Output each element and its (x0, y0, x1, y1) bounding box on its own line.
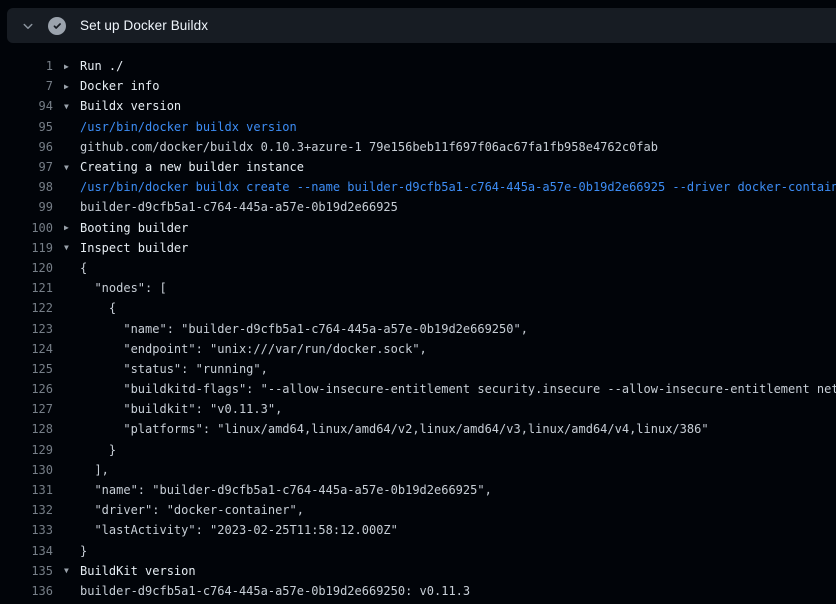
log-text: "driver": "docker-container", (80, 503, 304, 517)
line-number[interactable]: 132 (0, 503, 53, 517)
log-line: 121 "nodes": [ (0, 278, 836, 298)
log-text: builder-d9cfb5a1-c764-445a-a57e-0b19d2e6… (80, 200, 398, 214)
triangle-right-icon[interactable]: ▶ (64, 223, 80, 232)
log-text: } (80, 544, 87, 558)
line-number[interactable]: 129 (0, 443, 53, 457)
log-text: "name": "builder-d9cfb5a1-c764-445a-a57e… (80, 483, 492, 497)
log-line: 100 ▶Booting builder (0, 218, 836, 238)
log-group-title[interactable]: Inspect builder (80, 241, 188, 255)
log-line: 120 { (0, 258, 836, 278)
line-number[interactable]: 134 (0, 544, 53, 558)
log-line: 122 { (0, 298, 836, 318)
log-line: 131 "name": "builder-d9cfb5a1-c764-445a-… (0, 480, 836, 500)
line-number[interactable]: 126 (0, 382, 53, 396)
log-text: { (80, 261, 87, 275)
line-number[interactable]: 121 (0, 281, 53, 295)
step-header[interactable]: Set up Docker Buildx (7, 8, 836, 43)
line-number[interactable]: 98 (0, 180, 53, 194)
line-number[interactable]: 131 (0, 483, 53, 497)
log-text: "buildkit": "v0.11.3", (80, 402, 282, 416)
log-text: /usr/bin/docker buildx create --name bui… (80, 180, 836, 194)
line-number[interactable]: 100 (0, 221, 53, 235)
log-line: 95/usr/bin/docker buildx version (0, 117, 836, 137)
log-line: 119 ▼Inspect builder (0, 238, 836, 258)
log-line: 128 "platforms": "linux/amd64,linux/amd6… (0, 419, 836, 439)
log-group-title[interactable]: BuildKit version (80, 564, 196, 578)
line-number[interactable]: 128 (0, 422, 53, 436)
line-number[interactable]: 96 (0, 140, 53, 154)
line-number[interactable]: 120 (0, 261, 53, 275)
line-number[interactable]: 122 (0, 301, 53, 315)
log-line: 99 builder-d9cfb5a1-c764-445a-a57e-0b19d2… (0, 197, 836, 217)
triangle-down-icon[interactable]: ▼ (64, 566, 80, 575)
log-text: ], (80, 463, 109, 477)
log-group-title[interactable]: Booting builder (80, 221, 188, 235)
log-text: "name": "builder-d9cfb5a1-c764-445a-a57e… (80, 322, 528, 336)
log-text: "lastActivity": "2023-02-25T11:58:12.000… (80, 523, 398, 537)
line-number[interactable]: 130 (0, 463, 53, 477)
line-number[interactable]: 135 (0, 564, 53, 578)
log-text: "buildkitd-flags": "--allow-insecure-ent… (80, 382, 836, 396)
log-text: "nodes": [ (80, 281, 167, 295)
line-number[interactable]: 95 (0, 120, 53, 134)
log-line: 132 "driver": "docker-container", (0, 500, 836, 520)
log-group-title[interactable]: Creating a new builder instance (80, 160, 304, 174)
log-line: 127 "buildkit": "v0.11.3", (0, 399, 836, 419)
log-line: 136 builder-d9cfb5a1-c764-445a-a57e-0b19d… (0, 581, 836, 601)
log-line: 94 ▼Buildx version (0, 96, 836, 116)
line-number[interactable]: 99 (0, 200, 53, 214)
triangle-right-icon[interactable]: ▶ (64, 82, 80, 91)
log-line: 133 "lastActivity": "2023-02-25T11:58:12… (0, 520, 836, 540)
log-text: } (80, 443, 116, 457)
step-title: Set up Docker Buildx (80, 18, 208, 33)
log-line: 1 ▶Run ./ (0, 56, 836, 76)
line-number[interactable]: 119 (0, 241, 53, 255)
log-text: { (80, 301, 116, 315)
check-circle-icon (48, 17, 66, 35)
line-number[interactable]: 123 (0, 322, 53, 336)
log-line: 129 } (0, 440, 836, 460)
log-line: 96 github.com/docker/buildx 0.10.3+azure-… (0, 137, 836, 157)
line-number[interactable]: 124 (0, 342, 53, 356)
log-text: "platforms": "linux/amd64,linux/amd64/v2… (80, 422, 709, 436)
line-number[interactable]: 94 (0, 99, 53, 113)
log-line: 7 ▶Docker info (0, 76, 836, 96)
log-line: 126 "buildkitd-flags": "--allow-insecure… (0, 379, 836, 399)
log-group-title[interactable]: Docker info (80, 79, 159, 93)
line-number[interactable]: 127 (0, 402, 53, 416)
log-line: 98/usr/bin/docker buildx create --name b… (0, 177, 836, 197)
log-text: "status": "running", (80, 362, 268, 376)
log-lines: 1▶Run ./7▶Docker info94▼Buildx version95… (0, 56, 836, 601)
log-line: 135 ▼BuildKit version (0, 561, 836, 581)
line-number[interactable]: 7 (0, 79, 53, 93)
log-text: "endpoint": "unix:///var/run/docker.sock… (80, 342, 427, 356)
triangle-down-icon[interactable]: ▼ (64, 243, 80, 252)
log-group-title[interactable]: Buildx version (80, 99, 181, 113)
line-number[interactable]: 125 (0, 362, 53, 376)
line-number[interactable]: 1 (0, 59, 53, 73)
triangle-right-icon[interactable]: ▶ (64, 62, 80, 71)
log-line: 97 ▼Creating a new builder instance (0, 157, 836, 177)
log-line: 123 "name": "builder-d9cfb5a1-c764-445a-… (0, 318, 836, 338)
chevron-down-icon[interactable] (21, 19, 35, 33)
log-line: 134} (0, 541, 836, 561)
line-number[interactable]: 133 (0, 523, 53, 537)
triangle-down-icon[interactable]: ▼ (64, 102, 80, 111)
log-group-title[interactable]: Run ./ (80, 59, 123, 73)
log-text: github.com/docker/buildx 0.10.3+azure-1 … (80, 140, 658, 154)
log-text: /usr/bin/docker buildx version (80, 120, 297, 134)
log-line: 124 "endpoint": "unix:///var/run/docker.… (0, 339, 836, 359)
line-number[interactable]: 97 (0, 160, 53, 174)
line-number[interactable]: 136 (0, 584, 53, 598)
log-text: builder-d9cfb5a1-c764-445a-a57e-0b19d2e6… (80, 584, 470, 598)
log-line: 130 ], (0, 460, 836, 480)
triangle-down-icon[interactable]: ▼ (64, 163, 80, 172)
log-line: 125 "status": "running", (0, 359, 836, 379)
